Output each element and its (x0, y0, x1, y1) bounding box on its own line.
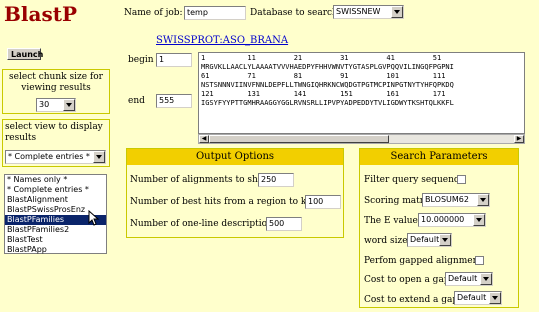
view-select-label: select view to display results (5, 122, 103, 143)
scroll-left-icon[interactable]: ◀ (199, 135, 209, 143)
begin-label: begin (128, 55, 154, 65)
top-bar: BlastP Name of job: temp Database to sea… (0, 0, 539, 28)
list-item[interactable]: * Names only * (5, 175, 106, 185)
filter-label: Filter query sequence (364, 175, 465, 185)
chunk-size-box: select chunk size for viewing results 30 (2, 69, 110, 114)
chunk-size-select[interactable]: 30 (36, 98, 76, 112)
alignments-label: Number of alignments to show (130, 175, 271, 185)
gap-extend-value: Default (457, 293, 487, 302)
end-label: end (128, 96, 145, 106)
chevron-down-icon[interactable] (63, 99, 75, 111)
launch-button[interactable]: Launch (7, 48, 43, 60)
one-line-input[interactable]: 500 (266, 217, 302, 231)
sequence-line: 61 71 81 91 101 111 (201, 72, 446, 80)
chevron-down-icon[interactable] (489, 292, 501, 304)
gapped-checkbox[interactable] (475, 256, 484, 265)
mouse-pointer-icon (88, 210, 100, 226)
end-input[interactable]: 555 (156, 94, 192, 108)
word-size-label: word size (364, 236, 408, 246)
chunk-size-value: 30 (39, 100, 50, 109)
gap-extend-label: Cost to extend a gap (364, 295, 459, 305)
chevron-down-icon[interactable] (480, 273, 492, 285)
gap-open-label: Cost to open a gap (364, 275, 450, 285)
sequence-line: 1 11 21 31 41 51 (201, 54, 442, 62)
view-select[interactable]: * Complete entries * (5, 150, 106, 164)
sequence-name-link[interactable]: SWISSPROT:ASO_BRANA (156, 35, 288, 46)
gapped-label: Perfom gapped alignment (364, 256, 482, 266)
sequence-line: 121 131 141 151 161 171 (201, 90, 446, 98)
database-label: Database to search: (250, 8, 341, 18)
list-item[interactable]: BlastPApp (5, 245, 106, 255)
scrollbar-thumb[interactable] (209, 135, 389, 143)
sequence-line: IGSYFYYPTTGMHRAAGGYGGLRVNSRLLIPVPYADPEDD… (201, 99, 454, 107)
evalue-value: 10.000000 (421, 215, 465, 224)
evalue-select[interactable]: 10.000000 (418, 213, 486, 227)
job-name-input[interactable]: temp (184, 6, 246, 20)
sequence-line: NSTSNNNVIINVFNNLDEPFLLTWNGIQHRKNCWQDGTPG… (201, 81, 454, 89)
left-sidebar: Launch select chunk size for viewing res… (0, 28, 114, 312)
list-item[interactable]: * Complete entries * (5, 185, 106, 195)
view-select-box: select view to display results * Complet… (2, 119, 110, 167)
search-parameters-title: Search Parameters (360, 149, 518, 165)
gap-open-value: Default (448, 274, 478, 283)
sequence-textarea[interactable]: 1 11 21 31 41 51 MRGVKLLAACLYLAAAATVVVHAE… (198, 52, 525, 134)
app-title: BlastP (4, 2, 77, 26)
evalue-label: The E value (364, 216, 418, 226)
output-options-title: Output Options (127, 149, 343, 165)
job-name-label: Name of job: (124, 8, 183, 18)
chevron-down-icon[interactable] (391, 6, 403, 18)
database-select[interactable]: SWISSNEW (333, 5, 404, 19)
scoring-matrix-select[interactable]: BLOSUM62 (422, 193, 490, 207)
begin-input[interactable]: 1 (156, 53, 192, 67)
alignments-input[interactable]: 250 (258, 173, 294, 187)
chevron-down-icon[interactable] (473, 214, 485, 226)
list-item[interactable]: BlastTest (5, 235, 106, 245)
chevron-down-icon[interactable] (477, 194, 489, 206)
word-size-select[interactable]: Default (407, 233, 452, 247)
gap-extend-select[interactable]: Default (454, 291, 502, 305)
filter-checkbox[interactable] (457, 175, 466, 184)
scroll-right-icon[interactable]: ▶ (514, 135, 524, 143)
scoring-matrix-value: BLOSUM62 (425, 195, 469, 204)
chunk-size-label: select chunk size for viewing results (9, 72, 103, 93)
view-select-value: * Complete entries * (8, 152, 90, 161)
list-item[interactable]: BlastPFamilies2 (5, 225, 106, 235)
sequence-horizontal-scrollbar[interactable]: ◀ ▶ (198, 134, 525, 144)
list-item[interactable]: BlastAlignment (5, 195, 106, 205)
word-size-value: Default (410, 235, 440, 244)
database-select-value: SWISSNEW (336, 7, 381, 16)
gap-open-select[interactable]: Default (445, 272, 493, 286)
chevron-down-icon[interactable] (439, 234, 451, 246)
one-line-label: Number of one-line descriptions (130, 219, 278, 229)
chevron-down-icon[interactable] (93, 151, 105, 163)
sequence-line: MRGVKLLAACLYLAAAATVVVHAEDPYFHHVWNVTYGTAS… (201, 63, 454, 71)
best-hits-label: Number of best hits from a region to kee… (130, 197, 323, 207)
best-hits-input[interactable]: 100 (305, 195, 341, 209)
